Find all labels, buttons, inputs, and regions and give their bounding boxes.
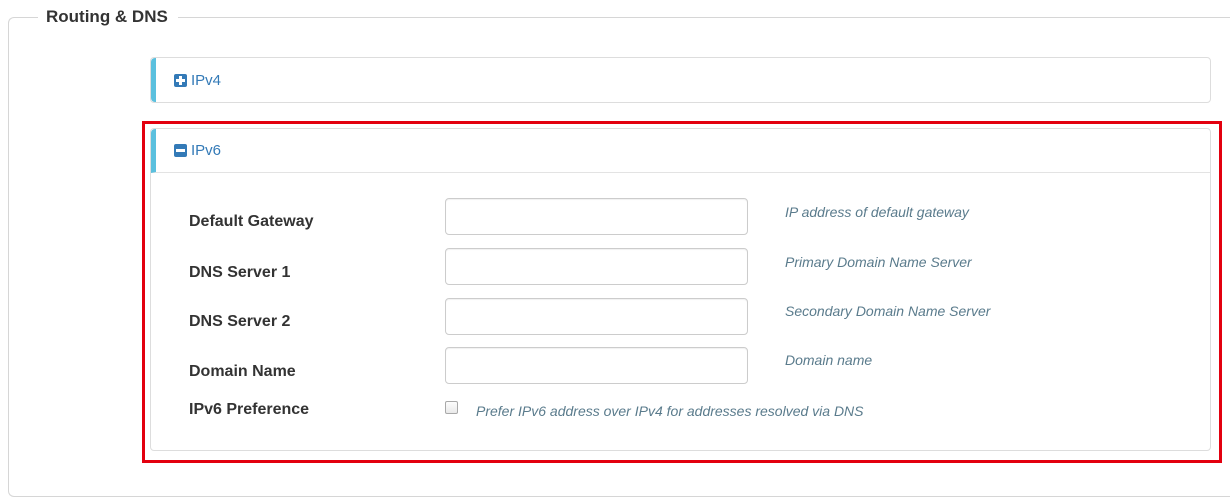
domain-name-input[interactable] [445,347,748,384]
expand-plus-icon[interactable] [174,73,187,87]
dns-server-1-label: DNS Server 1 [189,264,291,281]
ipv4-panel-heading[interactable]: IPv4 [151,58,1210,102]
domain-name-row: Domain Name Domain name [151,346,1210,386]
dns-server-1-input[interactable] [445,248,748,285]
default-gateway-label: Default Gateway [189,213,314,230]
ipv6-preference-row: IPv6 Preference Prefer IPv6 address over… [151,401,1210,421]
collapse-minus-icon[interactable] [174,144,187,157]
default-gateway-help: IP address of default gateway [785,204,969,220]
default-gateway-row: Default Gateway IP address of default ga… [151,197,1210,237]
domain-name-help: Domain name [785,352,873,368]
domain-name-label: Domain Name [189,363,296,380]
ipv4-panel-title[interactable]: IPv4 [191,72,221,89]
default-gateway-input[interactable] [445,198,748,235]
dns-server-2-row: DNS Server 2 Secondary Domain Name Serve… [151,297,1210,337]
dns-server-2-help: Secondary Domain Name Server [785,303,991,319]
dns-server-2-input[interactable] [445,298,748,335]
ipv6-panel-toggle[interactable]: IPv6 [174,142,221,159]
dns-server-2-label: DNS Server 2 [189,313,291,330]
ipv4-panel-toggle[interactable]: IPv4 [174,72,221,89]
ipv6-panel-heading[interactable]: IPv6 [151,129,1210,173]
ipv4-panel: IPv4 [150,57,1211,103]
ipv6-preference-label: IPv6 Preference [189,401,310,418]
ipv6-panel-title[interactable]: IPv6 [191,142,221,159]
section-title: Routing & DNS [38,7,178,27]
ipv6-panel: IPv6 Default Gateway IP address of defau… [150,128,1211,451]
dns-server-1-help: Primary Domain Name Server [785,254,972,270]
dns-server-1-row: DNS Server 1 Primary Domain Name Server [151,248,1210,288]
ipv6-preference-checkbox[interactable] [445,401,458,414]
ipv6-preference-help: Prefer IPv6 address over IPv4 for addres… [476,403,864,419]
